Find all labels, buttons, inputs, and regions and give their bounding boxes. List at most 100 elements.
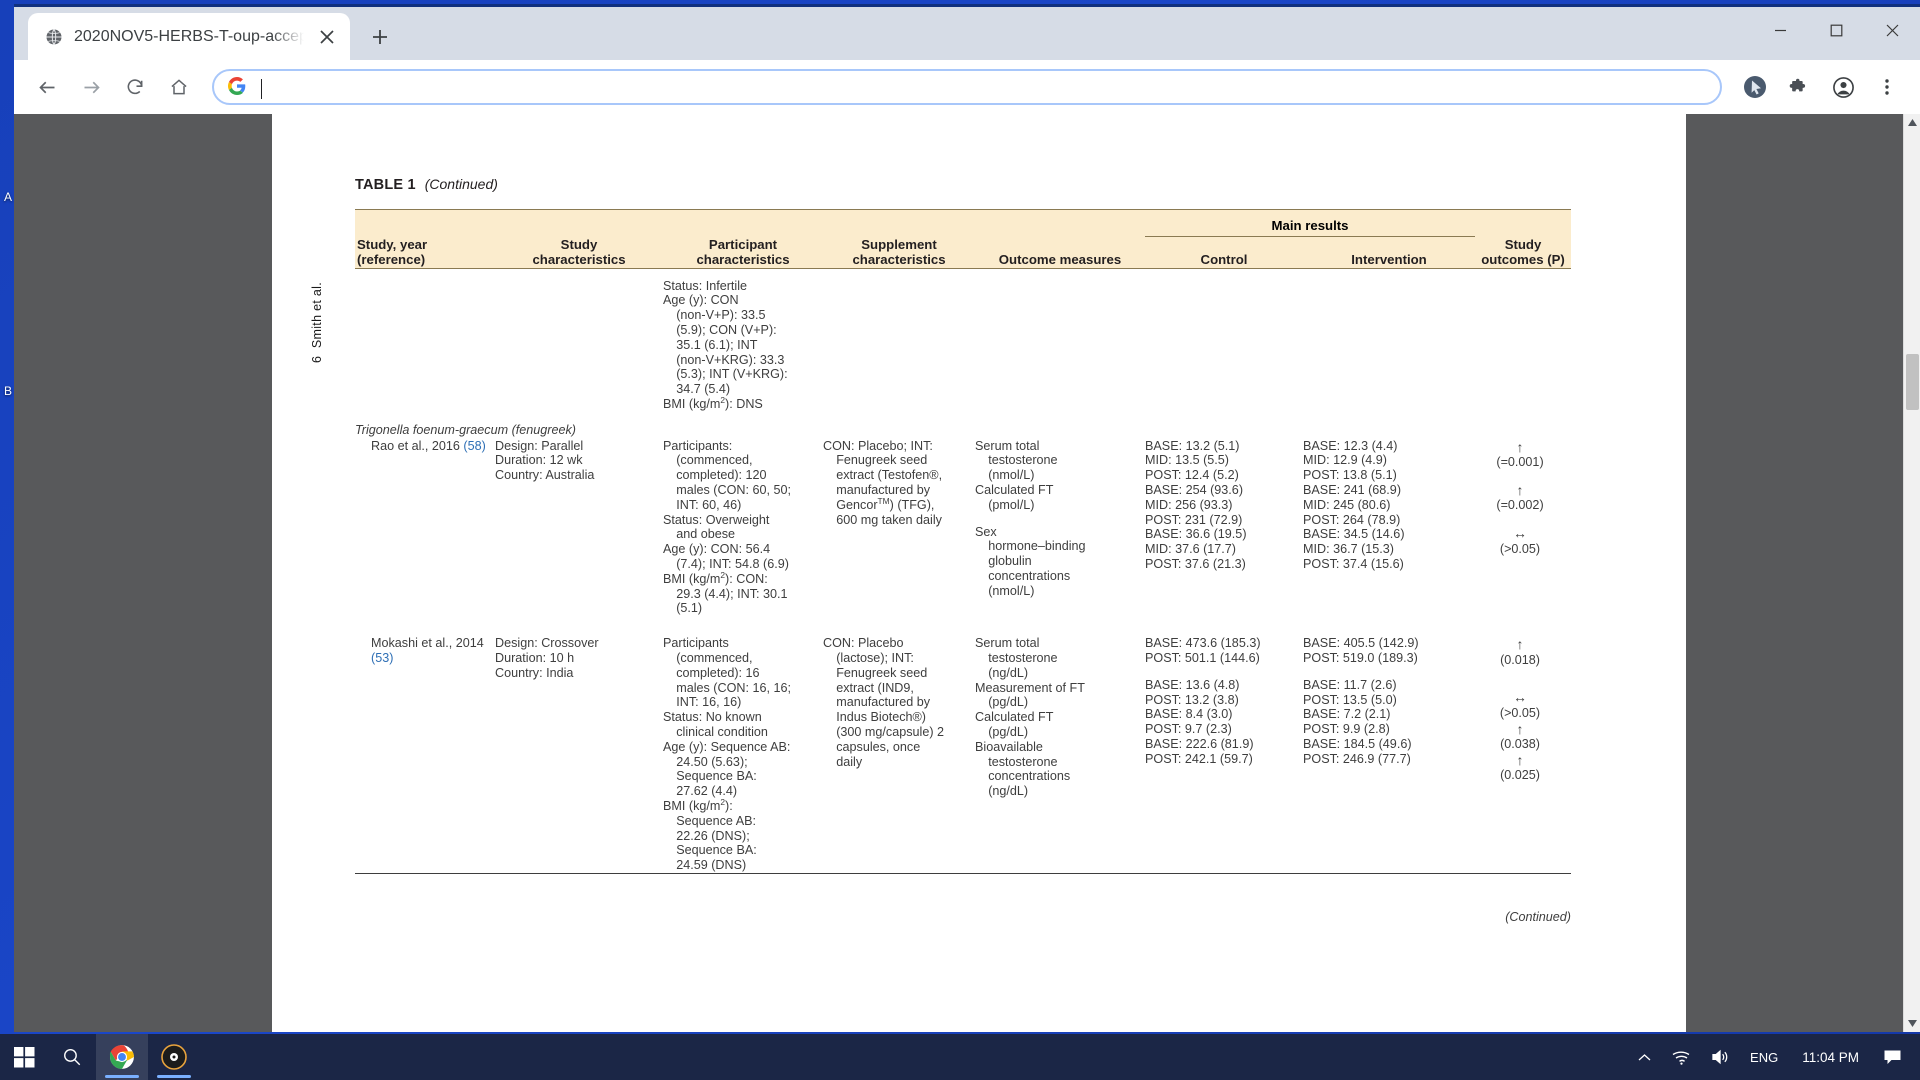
cell-participant-characteristics: Status: Infertile Age (y): CON (non-V+P)… — [663, 278, 788, 412]
table-row: Mokashi et al., 2014 (53) Design: Crosso… — [355, 616, 1571, 873]
data-table: Main results Study, year (reference) Stu… — [355, 209, 1572, 888]
desktop-icon-label-2: B — [4, 384, 13, 398]
column-header-control: Control — [1200, 252, 1248, 268]
system-tray: ENG 11:04 PM — [1628, 1034, 1920, 1080]
cell-supplement-characteristics: CON: Placebo (lactose); INT: Fenugreek s… — [823, 636, 945, 769]
column-header-study-characteristics: Study characteristics — [532, 236, 626, 268]
account-avatar-icon[interactable] — [1824, 68, 1862, 106]
outcome-p-value: (=0.002) — [1496, 498, 1544, 513]
arrow-right-icon[interactable] — [72, 68, 110, 106]
pdf-viewport: 6 Smith et al. TABLE 1 (Continued) Main … — [14, 114, 1920, 1032]
text-caret — [261, 79, 262, 99]
species-common-name: (fenugreek) — [511, 422, 576, 437]
minimize-button[interactable] — [1752, 7, 1808, 53]
media-player-taskbar-icon[interactable] — [148, 1034, 200, 1080]
outcome-p-value: (=0.001) — [1496, 455, 1544, 470]
column-header-study-year: Study, year (reference) — [357, 236, 428, 268]
table-bottom-rule-row — [355, 872, 1572, 888]
cell-outcome-measures: Serum total testosterone (nmol/L) Calcul… — [975, 438, 1086, 598]
table-row-species-heading: Trigonella foenum-graecum (fenugreek) — [355, 412, 1571, 439]
page-scrollbar[interactable] — [1903, 114, 1920, 1032]
outcome-symbol: ↑ — [1516, 481, 1524, 498]
chrome-taskbar-icon[interactable] — [96, 1034, 148, 1080]
outcome-p-value: (>0.05) — [1499, 541, 1541, 556]
species-name: Trigonella foenum-graecum — [355, 422, 509, 437]
globe-icon — [44, 27, 64, 47]
windows-start-icon[interactable] — [0, 1034, 48, 1080]
outcome-p-value: (0.038) — [1500, 737, 1540, 752]
windows-taskbar: ENG 11:04 PM — [0, 1034, 1920, 1080]
outcome-symbol: ↑ — [1516, 720, 1524, 737]
window-controls — [1752, 7, 1920, 53]
puzzle-piece-icon[interactable] — [1780, 68, 1818, 106]
cell-control-results: BASE: 473.6 (185.3) POST: 501.1 (144.6) … — [1145, 636, 1261, 766]
close-icon[interactable] — [314, 24, 340, 50]
new-tab-button[interactable] — [362, 19, 398, 55]
language-indicator[interactable]: ENG — [1740, 1034, 1788, 1080]
outcome-p-value: (0.025) — [1500, 768, 1540, 783]
home-icon[interactable] — [160, 68, 198, 106]
cell-study-year: Rao et al., 2016 (58) — [355, 439, 495, 617]
cell-outcome-measures: Serum total testosterone (ng/dL) Measure… — [975, 636, 1085, 799]
google-g-icon — [228, 77, 248, 97]
chevron-up-icon[interactable] — [1628, 1034, 1661, 1080]
study-name: Mokashi et al., 2014 — [371, 636, 484, 651]
browser-toolbar — [14, 60, 1920, 114]
cell-intervention-results: BASE: 405.5 (142.9) POST: 519.0 (189.3) … — [1303, 636, 1419, 766]
scrollbar-thumb[interactable] — [1906, 354, 1919, 410]
wifi-icon[interactable] — [1661, 1034, 1701, 1080]
address-bar[interactable] — [212, 69, 1722, 105]
outcome-symbol: ↔ — [1513, 525, 1528, 542]
table-continued-footer: (Continued) — [1505, 909, 1571, 924]
address-bar-input[interactable] — [258, 78, 1706, 96]
scroll-down-arrow-icon[interactable] — [1904, 1015, 1920, 1032]
main-results-header: Main results — [1145, 209, 1476, 236]
cell-participant-characteristics: Participants: (commenced, completed): 12… — [663, 438, 792, 616]
three-dot-menu-icon[interactable] — [1868, 68, 1906, 106]
maximize-button[interactable] — [1808, 7, 1864, 53]
table-header-columns-row: Study, year (reference) Study characteri… — [355, 236, 1572, 269]
column-header-supplement-characteristics: Supplement characteristics — [852, 236, 946, 268]
desktop-icon-label-1: A — [4, 190, 13, 204]
reload-icon[interactable] — [116, 68, 154, 106]
cursor-pointer-icon[interactable] — [1736, 68, 1774, 106]
table-label: TABLE 1 — [355, 177, 416, 193]
outcome-symbol: ↑ — [1516, 636, 1524, 653]
table-continued-label: (Continued) — [424, 176, 498, 192]
clock[interactable]: 11:04 PM — [1788, 1034, 1873, 1080]
chrome-browser-window: 2020NOV5-HERBS-T-oup-accept 6 Smith et a… — [14, 4, 1920, 1032]
study-name: Rao et al., 2016 — [371, 438, 460, 453]
table-header-main-results-row: Main results — [355, 209, 1572, 236]
tab-title: 2020NOV5-HERBS-T-oup-accept — [74, 27, 304, 45]
tab-strip: 2020NOV5-HERBS-T-oup-accept — [14, 7, 1920, 60]
cell-study-outcomes: ↑ (=0.001) ↑ (=0.002) ↔ (>0.05) — [1475, 439, 1571, 617]
notification-speech-icon[interactable] — [1873, 1034, 1912, 1080]
cell-study-outcomes: ↑ (0.018) ↔ (>0.05) ↑ (0.038) ↑ (0.025) — [1475, 616, 1571, 873]
scroll-up-arrow-icon[interactable] — [1904, 114, 1920, 131]
outcome-p-value: (0.018) — [1500, 652, 1540, 667]
search-icon[interactable] — [48, 1034, 96, 1080]
browser-tab[interactable]: 2020NOV5-HERBS-T-oup-accept — [28, 13, 350, 60]
cell-intervention-results: BASE: 12.3 (4.4) MID: 12.9 (4.9) POST: 1… — [1303, 438, 1405, 571]
table-body: Status: Infertile Age (y): CON (non-V+P)… — [355, 268, 1572, 888]
cell-supplement-characteristics: CON: Placebo; INT: Fenugreek seed extrac… — [823, 438, 943, 527]
outcome-symbol: ↑ — [1516, 751, 1524, 768]
study-reference-link[interactable]: (58) — [463, 439, 485, 453]
table-caption: TABLE 1 (Continued) — [355, 176, 1571, 193]
table-row: Rao et al., 2016 (58) Design: Parallel D… — [355, 439, 1571, 617]
speaker-icon[interactable] — [1701, 1034, 1740, 1080]
column-header-intervention: Intervention — [1351, 252, 1427, 268]
cell-study-characteristics: Design: Parallel Duration: 12 wk Country… — [495, 438, 595, 483]
close-window-button[interactable] — [1864, 7, 1920, 53]
cell-study-year: Mokashi et al., 2014 (53) — [355, 616, 495, 873]
cell-participant-characteristics: Participants (commenced, completed): 16 … — [663, 636, 792, 873]
page-number: 6 — [310, 355, 324, 363]
table-container: TABLE 1 (Continued) Main results Study, … — [355, 176, 1572, 924]
study-reference-link[interactable]: (53) — [371, 651, 393, 665]
outcome-symbol: ↔ — [1513, 689, 1528, 706]
outcome-p-value: (>0.05) — [1499, 705, 1541, 720]
pdf-page: 6 Smith et al. TABLE 1 (Continued) Main … — [272, 114, 1686, 1032]
arrow-left-icon[interactable] — [28, 68, 66, 106]
running-head-authors: Smith et al. — [310, 282, 324, 349]
column-header-study-outcomes: Study outcomes (P) — [1481, 236, 1565, 268]
